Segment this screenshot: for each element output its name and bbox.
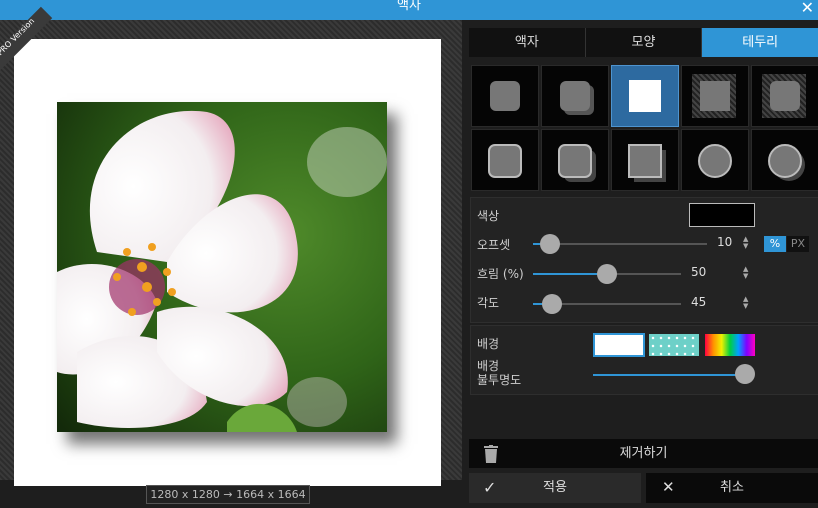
style-option-square-frame[interactable] (681, 65, 749, 127)
offset-spinner[interactable]: ▲ ▼ (743, 236, 748, 250)
window-title: 액자 (397, 0, 421, 13)
background-label: 배경 (477, 337, 500, 351)
angle-value[interactable]: 45 (691, 295, 706, 309)
background-white-swatch[interactable] (593, 333, 645, 357)
tab-frame[interactable]: 액자 (469, 28, 586, 57)
blur-value[interactable]: 50 (691, 265, 706, 279)
angle-slider-handle[interactable] (542, 294, 562, 314)
tab-border[interactable]: 테두리 (702, 28, 818, 57)
preview-area: PRO Version (0, 6, 462, 486)
title-bar: 액자 ✕ (0, 0, 818, 20)
color-swatch[interactable] (689, 203, 755, 227)
blur-label: 흐림 (%) (477, 267, 524, 281)
angle-spinner[interactable]: ▲ ▼ (743, 296, 748, 310)
preview-photo (57, 102, 387, 432)
opacity-slider-track[interactable] (593, 374, 745, 376)
remove-label: 제거하기 (619, 446, 668, 461)
style-option-rounded-square[interactable] (471, 65, 539, 127)
border-style-grid (469, 64, 818, 192)
unit-percent-button[interactable]: % (764, 236, 786, 252)
offset-slider-handle[interactable] (540, 234, 560, 254)
close-icon[interactable]: ✕ (801, 0, 814, 17)
blur-slider-handle[interactable] (597, 264, 617, 284)
style-option-rounded-frame[interactable] (751, 65, 818, 127)
tab-shape[interactable]: 모양 (585, 28, 703, 57)
background-gradient-swatch[interactable] (705, 334, 755, 356)
remove-button[interactable]: 제거하기 (469, 439, 818, 468)
tab-bar: 액자 모양 테두리 (469, 28, 818, 57)
offset-label: 오프셋 (477, 238, 511, 252)
style-option-square-outline-shadow[interactable] (611, 129, 679, 191)
offset-value[interactable]: 10 (717, 235, 732, 249)
style-option-rounded-outline[interactable] (471, 129, 539, 191)
style-option-circle-outline[interactable] (681, 129, 749, 191)
flower-image (57, 102, 387, 432)
color-label: 색상 (477, 209, 500, 223)
style-option-rounded-outline-shadow[interactable] (541, 129, 609, 191)
apply-label: 적용 (543, 480, 567, 495)
background-pattern-swatch[interactable] (649, 334, 699, 356)
opacity-label-line2: 불투명도 (477, 373, 522, 387)
style-option-circle-outline-shadow[interactable] (751, 129, 818, 191)
cancel-label: 취소 (720, 480, 744, 495)
background-panel: 배경 배경 불투명도 (470, 325, 818, 395)
cancel-button[interactable]: ✕ 취소 (646, 473, 818, 503)
opacity-slider-handle[interactable] (735, 364, 755, 384)
apply-button[interactable]: ✓ 적용 (469, 473, 641, 503)
blur-spinner[interactable]: ▲ ▼ (743, 266, 748, 280)
settings-panel: 색상 오프셋 10 ▲ ▼ % PX 흐림 (%) 50 ▲ ▼ 각도 45 ▲ ▼ (470, 197, 818, 323)
angle-label: 각도 (477, 296, 500, 310)
style-option-rounded-square-shadow[interactable] (541, 65, 609, 127)
unit-px-button[interactable]: PX (787, 236, 809, 252)
size-info: 1280 x 1280 → 1664 x 1664 (146, 485, 310, 504)
style-option-square-white[interactable] (611, 65, 679, 127)
